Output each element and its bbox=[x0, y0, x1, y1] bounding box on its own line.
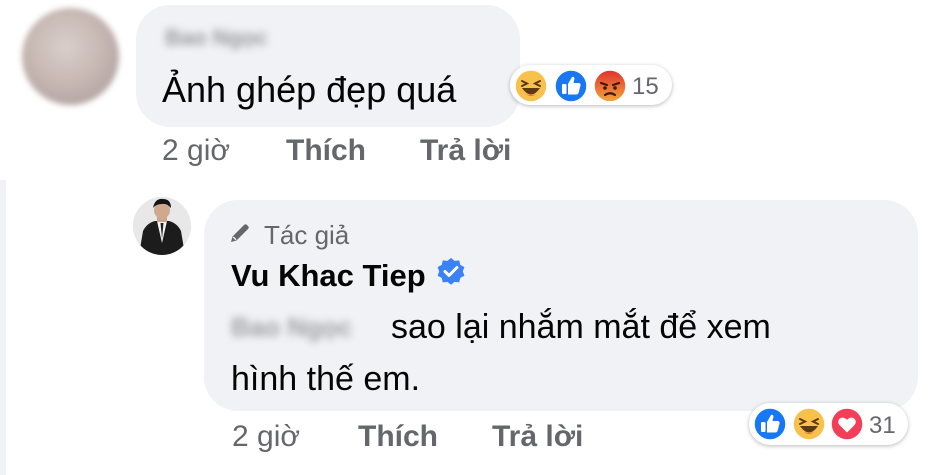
reply-button[interactable]: Trả lời bbox=[492, 420, 583, 454]
avatar[interactable] bbox=[133, 197, 191, 255]
avatar[interactable] bbox=[22, 8, 119, 105]
comment-text: Ảnh ghép đẹp quá bbox=[162, 69, 457, 110]
author-badge-label: Tác giả bbox=[264, 220, 350, 250]
timestamp-link[interactable]: 2 giờ bbox=[232, 420, 358, 454]
like-button[interactable]: Thích bbox=[358, 420, 492, 454]
comment-text-line: hình thế em. bbox=[231, 360, 421, 398]
haha-icon bbox=[792, 407, 826, 446]
comment-text-line: sao lại nhắm mắt để xem bbox=[391, 308, 771, 346]
verified-badge-icon bbox=[436, 257, 466, 295]
pencil-icon bbox=[228, 221, 264, 250]
comment-actions: 2 giờ Thích Trả lời bbox=[162, 134, 511, 168]
comment-author-name[interactable]: Vu Khac Tiep bbox=[231, 257, 466, 295]
reaction-summary[interactable]: 15 bbox=[510, 65, 672, 105]
mentioned-user-tag[interactable]: Bao Ngọc bbox=[231, 312, 377, 342]
haha-icon bbox=[514, 69, 548, 108]
left-divider-strip bbox=[0, 180, 6, 475]
love-icon bbox=[830, 407, 864, 446]
timestamp-link[interactable]: 2 giờ bbox=[162, 134, 286, 168]
reaction-count: 31 bbox=[869, 412, 896, 439]
comment-bubble: Bao Ngọc Ảnh ghép đẹp quá bbox=[136, 5, 520, 127]
author-name-text[interactable]: Vu Khac Tiep bbox=[231, 258, 426, 294]
reply-button[interactable]: Trả lời bbox=[420, 134, 511, 168]
reaction-count: 15 bbox=[632, 73, 659, 100]
comment-author-name[interactable]: Bao Ngọc bbox=[165, 25, 295, 49]
comment-actions: 2 giờ Thích Trả lời bbox=[232, 420, 583, 454]
like-button[interactable]: Thích bbox=[286, 134, 420, 168]
like-icon bbox=[753, 407, 787, 446]
like-icon bbox=[554, 69, 588, 108]
author-badge: Tác giả bbox=[228, 220, 349, 251]
angry-icon bbox=[593, 69, 627, 108]
reply-comment-bubble: Tác giả Vu Khac Tiep Bao Ngọc sao lại nh… bbox=[204, 200, 918, 411]
reaction-summary[interactable]: 31 bbox=[749, 403, 908, 445]
